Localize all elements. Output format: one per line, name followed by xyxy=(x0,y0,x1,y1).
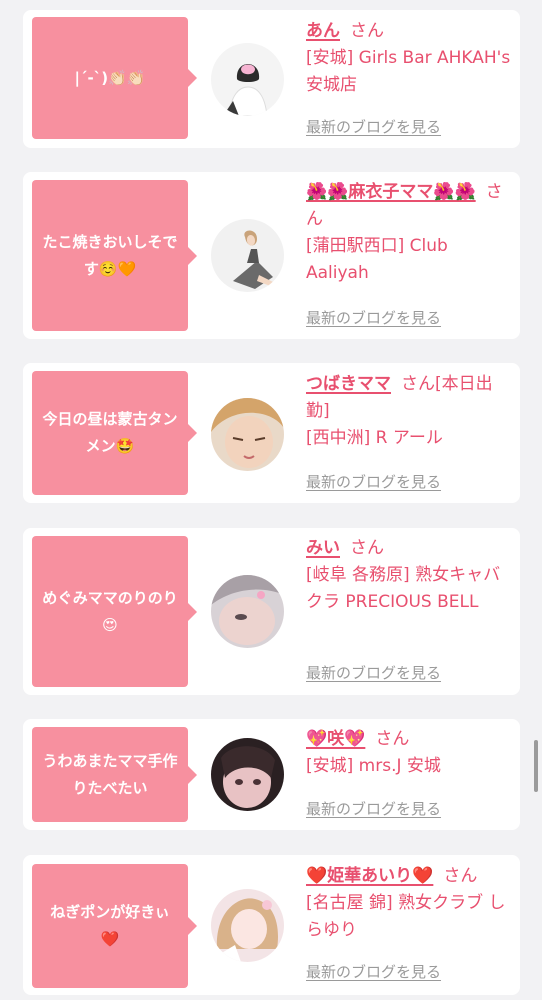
list-item[interactable]: うわあまたママ手作りたべたい 💖咲💖 さん [安城] mrs.J 安城 最新のブロ… xyxy=(23,719,520,830)
avatar[interactable] xyxy=(211,738,284,811)
message-bubble: 今日の昼は蒙古タンメン🤩 xyxy=(32,371,197,495)
hostess-name-link[interactable]: ❤️姫華あいり❤️ xyxy=(306,866,433,886)
message-bubble: めぐみママのりのり😍 xyxy=(32,536,197,687)
avatar[interactable] xyxy=(211,889,284,962)
latest-blog-link[interactable]: 最新のブログを見る xyxy=(306,662,441,683)
shop-name: [蒲田駅西口] Club Aaliyah xyxy=(306,236,448,283)
message-bubble: |´-`)👏🏻👏🏻 xyxy=(32,17,197,139)
avatar[interactable] xyxy=(211,43,284,116)
hostess-name-link[interactable]: 💖咲💖 xyxy=(306,729,365,749)
latest-blog-link[interactable]: 最新のブログを見る xyxy=(306,116,441,137)
list-item[interactable]: めぐみママのりのり😍 みい さん [岐阜 各務原] 熟女キャバクラ PRECIOU… xyxy=(23,528,520,695)
list-item[interactable]: |´-`)👏🏻👏🏻 あん さん [安城] Girls Bar AHKAH's 安城… xyxy=(23,10,520,148)
blog-post-list: |´-`)👏🏻👏🏻 あん さん [安城] Girls Bar AHKAH's 安城… xyxy=(0,0,542,1000)
latest-blog-link[interactable]: 最新のブログを見る xyxy=(306,471,441,492)
name-suffix: さん xyxy=(350,538,384,558)
latest-blog-link[interactable]: 最新のブログを見る xyxy=(306,961,441,982)
hostess-photo-avatar-icon xyxy=(211,575,284,648)
scrollbar[interactable] xyxy=(534,740,538,792)
name-suffix: さん xyxy=(350,21,384,41)
hostess-name-link[interactable]: つばきママ xyxy=(306,374,391,394)
hostess-photo-avatar-icon xyxy=(211,398,284,471)
message-bubble: ねぎポンが好きぃ❤️ xyxy=(32,864,197,988)
shop-name: [名古屋 錦] 熟女クラブ しらゆり xyxy=(306,893,506,940)
shop-name: [安城] Girls Bar AHKAH's 安城店 xyxy=(306,48,511,95)
avatar[interactable] xyxy=(211,398,284,471)
latest-blog-link[interactable]: 最新のブログを見る xyxy=(306,798,441,819)
name-suffix: さん xyxy=(443,866,478,886)
post-info: 💖咲💖 さん [安城] mrs.J 安城 xyxy=(306,726,511,780)
shop-name: [安城] mrs.J 安城 xyxy=(306,756,441,776)
hostess-name-link[interactable]: 🌺🌺麻衣子ママ🌺🌺 xyxy=(306,182,476,202)
list-item[interactable]: ねぎポンが好きぃ❤️ ❤️姫華あいり❤️ さん [名古屋 錦] 熟女クラブ しらゆ… xyxy=(23,855,520,995)
list-item[interactable]: たこ焼きおいしそです☺️🧡 🌺🌺麻衣子ママ🌺🌺 さん [蒲田駅西口] Club A… xyxy=(23,172,520,339)
shop-name: [岐阜 各務原] 熟女キャバクラ PRECIOUS BELL xyxy=(306,565,501,612)
hostess-photo-avatar-icon xyxy=(211,889,284,962)
hostess-photo-avatar-icon xyxy=(211,219,284,292)
message-bubble: うわあまたママ手作りたべたい xyxy=(32,727,197,822)
list-item[interactable]: 今日の昼は蒙古タンメン🤩 つばきママ さん[本日出勤] [西中洲] R アール 最… xyxy=(23,363,520,503)
hostess-photo-avatar-icon xyxy=(211,43,284,116)
latest-blog-link[interactable]: 最新のブログを見る xyxy=(306,307,441,328)
post-info: 🌺🌺麻衣子ママ🌺🌺 さん [蒲田駅西口] Club Aaliyah xyxy=(306,179,511,287)
avatar[interactable] xyxy=(211,575,284,648)
post-info: ❤️姫華あいり❤️ さん [名古屋 錦] 熟女クラブ しらゆり xyxy=(306,863,511,944)
hostess-name-link[interactable]: あん xyxy=(306,21,340,41)
hostess-name-link[interactable]: みい xyxy=(306,538,340,558)
shop-name: [西中洲] R アール xyxy=(306,428,443,448)
avatar[interactable] xyxy=(211,219,284,292)
message-bubble: たこ焼きおいしそです☺️🧡 xyxy=(32,180,197,331)
post-info: あん さん [安城] Girls Bar AHKAH's 安城店 xyxy=(306,18,511,99)
hostess-photo-avatar-icon xyxy=(211,738,284,811)
name-suffix: さん xyxy=(375,729,410,749)
post-info: みい さん [岐阜 各務原] 熟女キャバクラ PRECIOUS BELL xyxy=(306,535,511,616)
post-info: つばきママ さん[本日出勤] [西中洲] R アール xyxy=(306,371,511,452)
